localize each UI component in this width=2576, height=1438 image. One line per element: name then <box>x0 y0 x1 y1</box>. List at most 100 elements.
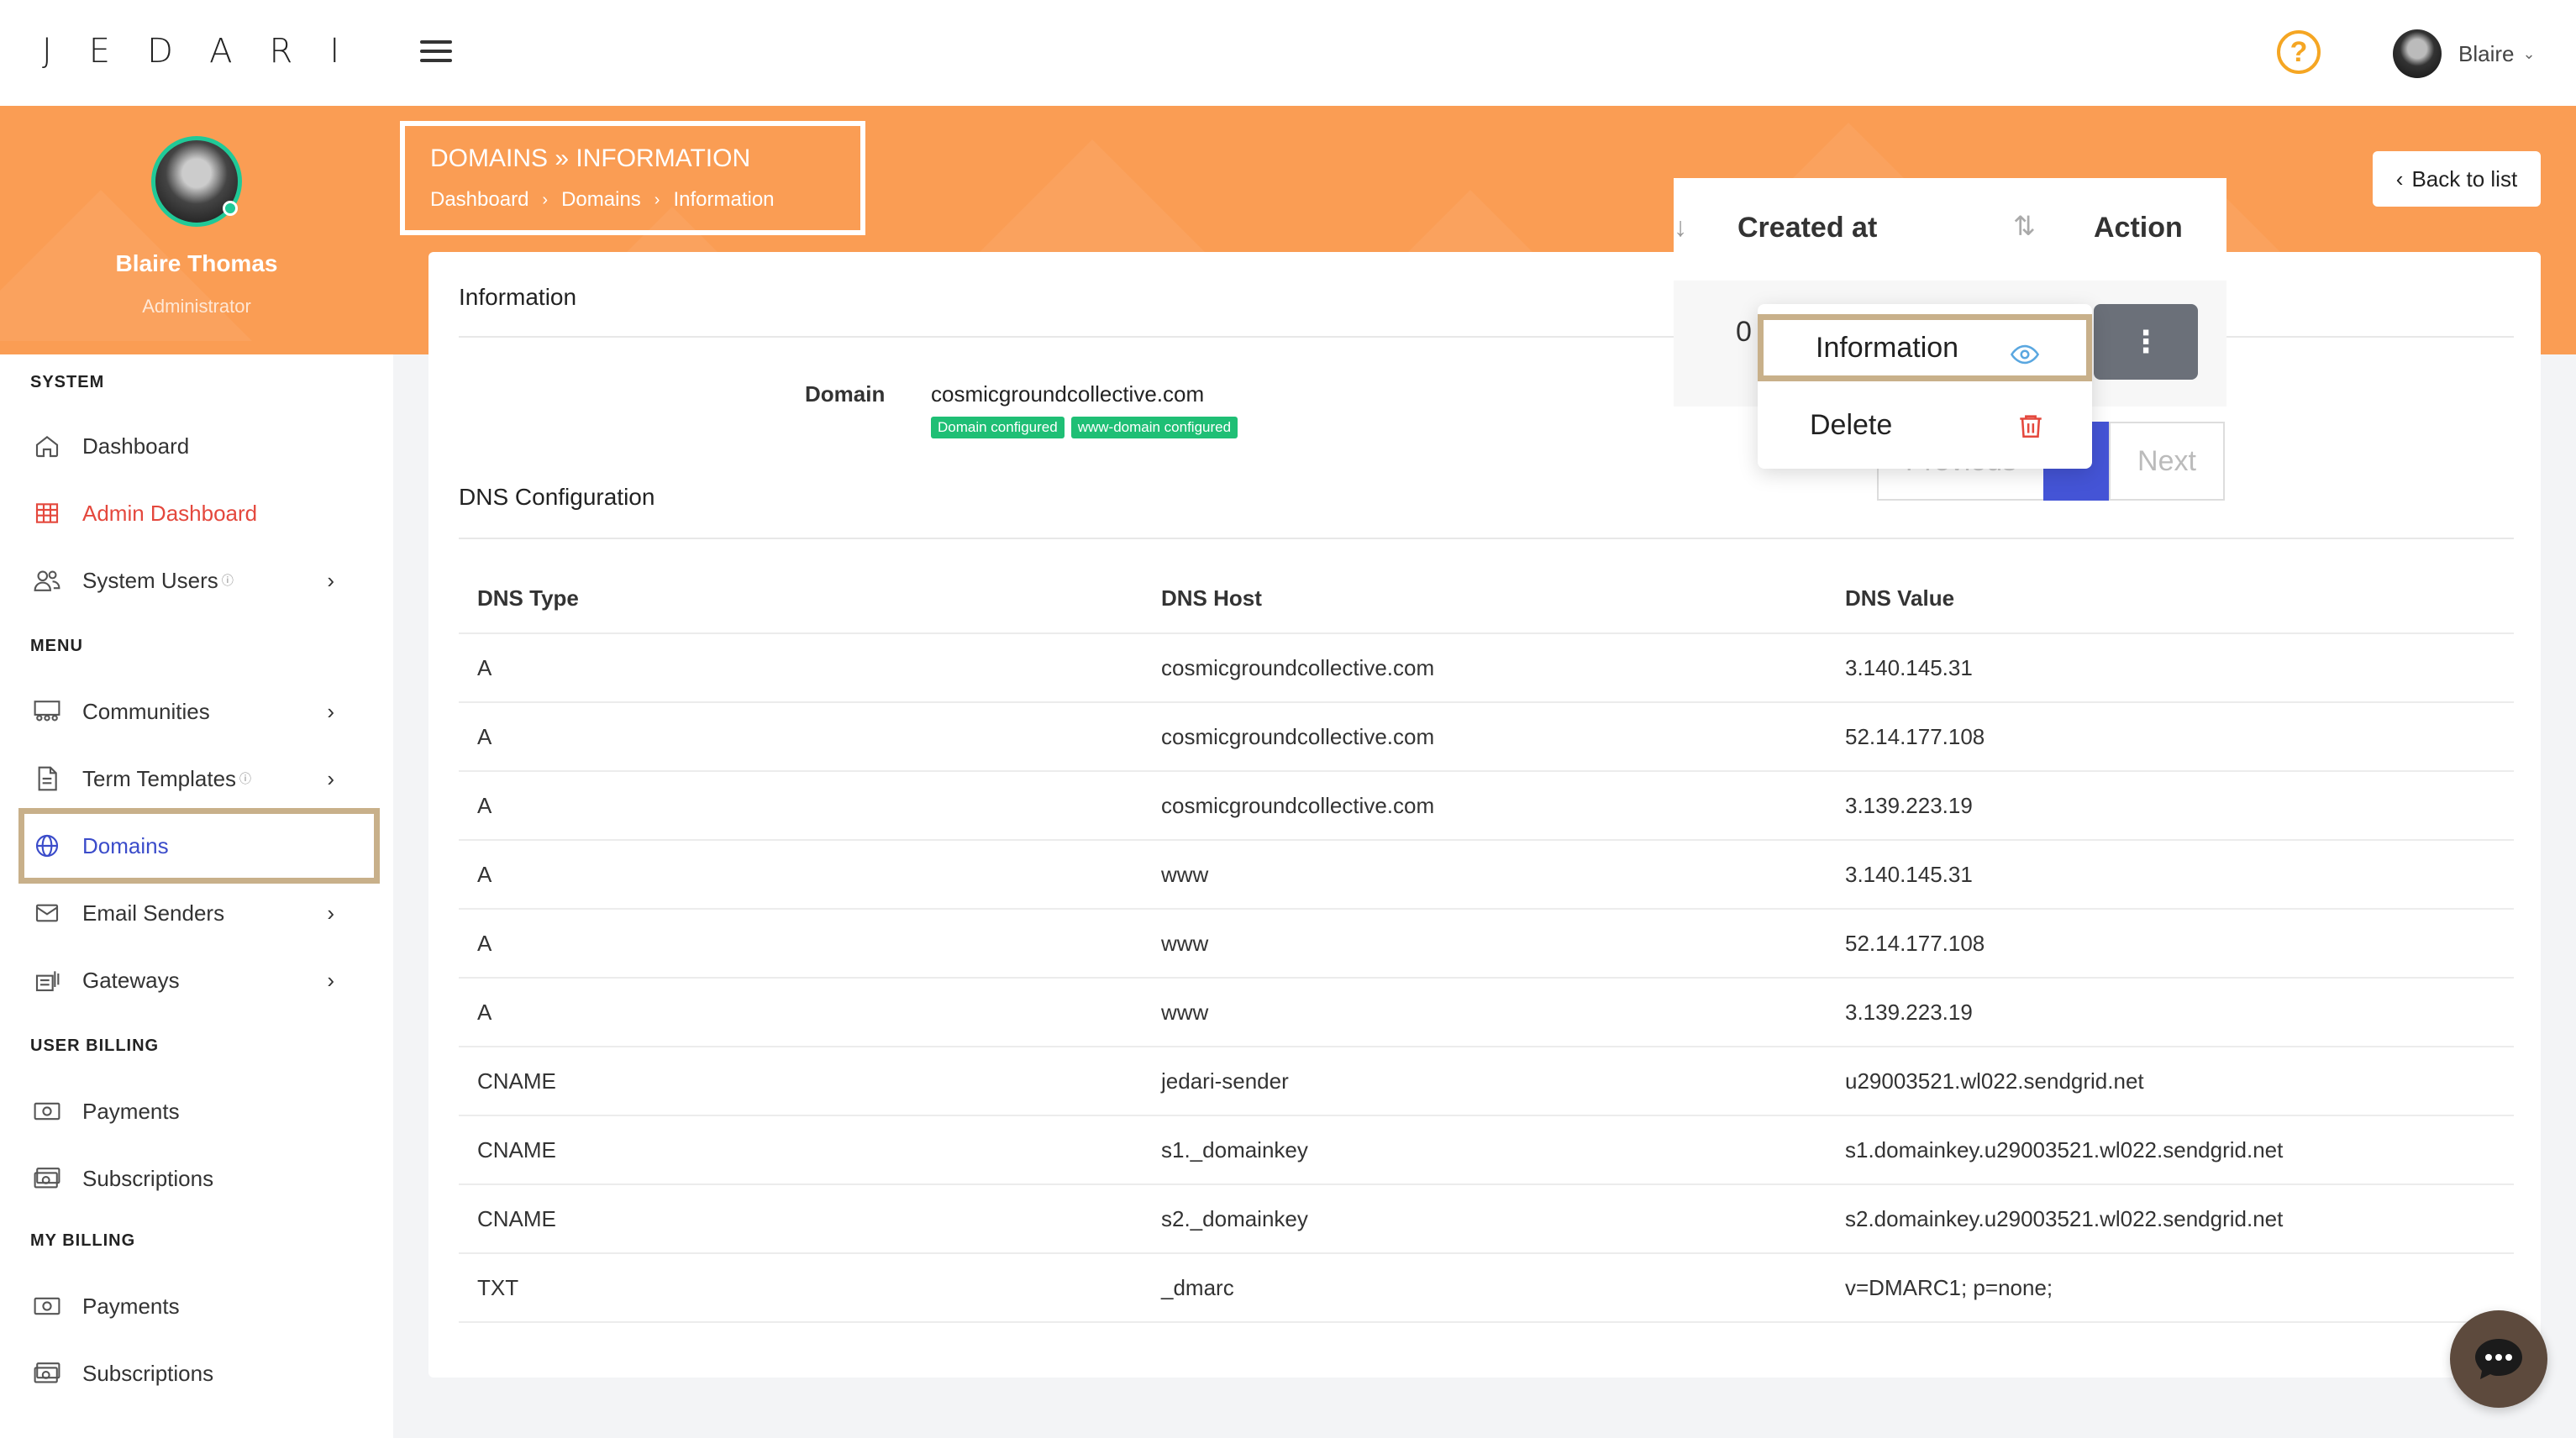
overlay-table-header: ↓ Created at ⇅ Action <box>1674 178 2226 281</box>
column-header-type: DNS Type <box>459 564 1143 634</box>
profile-role: Administrator <box>142 296 251 317</box>
user-menu[interactable]: Blaire ⌄ <box>2393 29 2536 79</box>
dns-table: DNS Type DNS Host DNS Value Acosmicgroun… <box>459 564 2514 1323</box>
created-at-cell: 0 <box>1736 316 1752 348</box>
dns-host: jedari-sender <box>1143 1047 1827 1116</box>
chevron-right-icon: › <box>327 765 334 791</box>
dns-host: _dmarc <box>1143 1253 1827 1323</box>
more-vertical-icon: ⋮ <box>2131 324 2161 359</box>
help-icon[interactable]: ? <box>2277 30 2321 74</box>
app-logo[interactable]: JEDARI <box>42 32 376 71</box>
chevron-right-icon: › <box>654 190 660 209</box>
breadcrumb-header: DOMAINS » INFORMATION Dashboard › Domain… <box>400 121 865 235</box>
menu-item-delete[interactable]: Delete <box>1758 391 2092 459</box>
sidebar-item-dashboard[interactable]: Dashboard <box>30 417 360 475</box>
hamburger-menu-icon[interactable] <box>420 40 452 66</box>
dns-type: A <box>459 633 1143 703</box>
dns-host: www <box>1143 909 1827 979</box>
cash-stack-icon <box>30 1357 64 1390</box>
profile-avatar[interactable] <box>151 136 242 227</box>
chat-bubble-icon <box>2475 1339 2522 1379</box>
dns-value: u29003521.wl022.sendgrid.net <box>1827 1047 2514 1116</box>
sidebar-item-user-subscriptions[interactable]: Subscriptions <box>30 1149 360 1208</box>
dns-host: s1._domainkey <box>1143 1115 1827 1185</box>
dns-host: cosmicgroundcollective.com <box>1143 702 1827 772</box>
dns-type: A <box>459 978 1143 1047</box>
breadcrumb-dashboard[interactable]: Dashboard <box>430 188 528 212</box>
back-to-list-button[interactable]: ‹ Back to list <box>2373 151 2541 207</box>
chevron-right-icon: › <box>327 698 334 724</box>
online-status-dot <box>223 201 238 216</box>
cash-stack-icon <box>30 1162 64 1195</box>
menu-item-information[interactable]: Information <box>1758 314 2092 381</box>
section-title-system: SYSTEM <box>30 373 105 391</box>
mail-icon <box>30 896 64 930</box>
sidebar-item-label: Subscriptions <box>82 1165 214 1191</box>
sidebar-item-my-payments[interactable]: Payments <box>30 1277 360 1336</box>
table-row: Acosmicgroundcollective.com 52.14.177.108 <box>459 702 2514 772</box>
table-row: Acosmicgroundcollective.com 3.140.145.31 <box>459 633 2514 703</box>
dns-value: 3.140.145.31 <box>1827 633 2514 703</box>
sidebar-item-label: Payments <box>82 1293 180 1319</box>
sort-icon[interactable]: ⇅ <box>2013 210 2036 242</box>
status-badge-www: www-domain configured <box>1070 417 1238 438</box>
sidebar-item-email-senders[interactable]: Email Senders › <box>30 884 360 942</box>
gateway-icon <box>30 963 64 997</box>
sidebar-item-label: Dashboard <box>82 433 190 459</box>
sidebar-item-gateways[interactable]: Gateways › <box>30 951 360 1010</box>
document-icon <box>30 762 64 795</box>
sidebar-item-label: Email Senders <box>82 900 225 926</box>
breadcrumb-domains[interactable]: Domains <box>561 188 641 212</box>
dns-section-title: DNS Configuration <box>459 484 655 510</box>
dns-host: www <box>1143 840 1827 910</box>
dns-type: A <box>459 840 1143 910</box>
dns-host: cosmicgroundcollective.com <box>1143 633 1827 703</box>
column-header-created-at[interactable]: Created at <box>1737 212 1877 244</box>
dns-value: s2.domainkey.u29003521.wl022.sendgrid.ne… <box>1827 1184 2514 1254</box>
dns-value: 52.14.177.108 <box>1827 702 2514 772</box>
sidebar: Blaire Thomas Administrator SYSTEM Dashb… <box>0 106 393 1438</box>
table-row: TXT _dmarc v=DMARC1; p=none; <box>459 1253 2514 1323</box>
divider <box>459 538 2514 539</box>
home-icon <box>30 429 64 463</box>
chevron-right-icon: › <box>327 900 334 926</box>
breadcrumb-current: Information <box>673 188 775 211</box>
sort-arrow-icon[interactable]: ↓ <box>1674 212 1687 243</box>
dns-value: v=DMARC1; p=none; <box>1827 1253 2514 1323</box>
chat-support-button[interactable] <box>2450 1310 2547 1408</box>
sidebar-item-user-payments[interactable]: Payments <box>30 1082 360 1141</box>
dns-host: cosmicgroundcollective.com <box>1143 771 1827 841</box>
sidebar-item-system-users[interactable]: System Users ⓘ › <box>30 551 360 610</box>
table-row: CNAME s1._domainkey s1.domainkey.u29003521… <box>459 1115 2514 1185</box>
dns-type: CNAME <box>459 1047 1143 1116</box>
sidebar-item-label: Gateways <box>82 967 180 993</box>
domain-label: Domain <box>805 381 886 407</box>
sidebar-item-label: Payments <box>82 1098 180 1124</box>
dns-host: s2._domainkey <box>1143 1184 1827 1254</box>
sidebar-item-admin-dashboard[interactable]: Admin Dashboard <box>30 484 360 543</box>
column-header-host: DNS Host <box>1143 564 1827 634</box>
row-actions-button[interactable]: ⋮ <box>2094 304 2198 380</box>
grid-icon <box>30 496 64 530</box>
domain-value: cosmicgroundcollective.com <box>931 381 1205 407</box>
dns-type: CNAME <box>459 1184 1143 1254</box>
info-icon: ⓘ <box>221 574 234 587</box>
sidebar-item-term-templates[interactable]: Term Templates ⓘ › <box>30 749 360 808</box>
sidebar-item-label: Communities <box>82 698 210 724</box>
eye-icon <box>2011 344 2039 365</box>
highlight-domains <box>18 808 380 884</box>
column-header-action: Action <box>2094 212 2183 244</box>
sidebar-item-my-subscriptions[interactable]: Subscriptions <box>30 1344 360 1403</box>
sidebar-item-label: Admin Dashboard <box>82 500 258 526</box>
breadcrumb: Dashboard › Domains › Information <box>430 188 775 212</box>
back-to-list-label: Back to list <box>2411 165 2518 192</box>
table-row: CNAME jedari-sender u29003521.wl022.sendgr… <box>459 1047 2514 1116</box>
sidebar-item-communities[interactable]: Communities › <box>30 682 360 741</box>
sidebar-item-label: Subscriptions <box>82 1360 214 1386</box>
next-page-button[interactable]: Next <box>2109 422 2225 501</box>
chevron-right-icon: › <box>327 567 334 593</box>
status-badges: Domain configured www-domain configured <box>931 417 1238 438</box>
table-row: Awww 52.14.177.108 <box>459 909 2514 979</box>
table-row: Awww 3.139.223.19 <box>459 978 2514 1047</box>
table-row: CNAME s2._domainkey s2.domainkey.u29003521… <box>459 1184 2514 1254</box>
